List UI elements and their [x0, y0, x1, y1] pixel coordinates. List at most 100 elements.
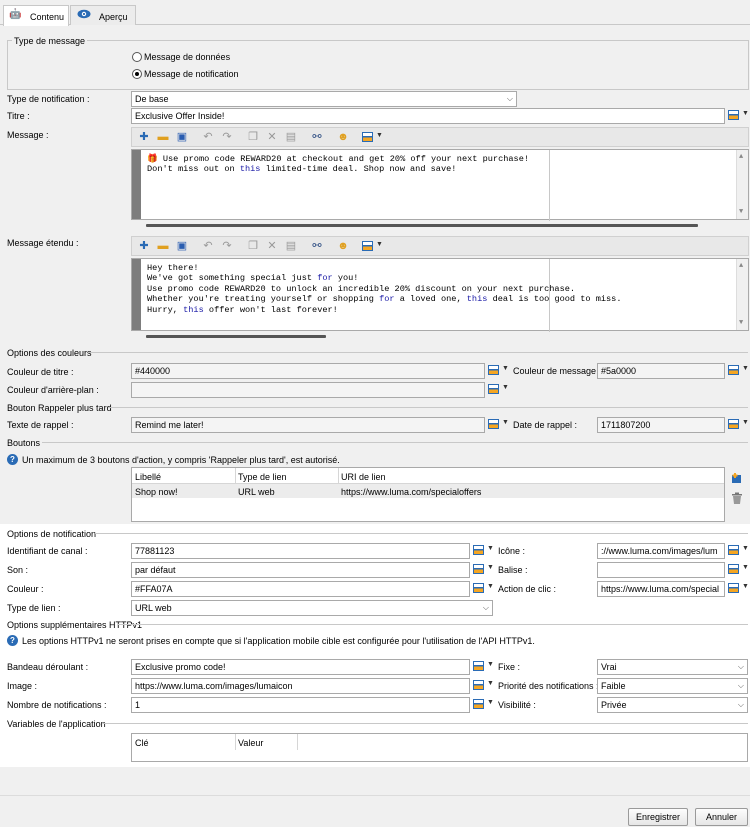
android-icon: 🤖: [9, 9, 22, 20]
save-icon[interactable]: ▣: [175, 239, 189, 253]
background-color-input[interactable]: [131, 382, 485, 398]
extended-message-editor[interactable]: Hey there! We've got something special j…: [131, 258, 749, 338]
sticky-value: Vrai: [601, 662, 617, 672]
message-color-value: #5a0000: [601, 366, 637, 376]
paste-icon[interactable]: ▤: [284, 239, 298, 253]
extended-vertical-scrollbar[interactable]: ▲ ▼: [736, 259, 748, 330]
add-button-icon[interactable]: [731, 472, 743, 484]
sound-label: Son :: [7, 565, 29, 575]
binoculars-icon[interactable]: ⚯: [310, 239, 324, 253]
remind-text-input[interactable]: Remind me later!: [131, 417, 485, 433]
copy-icon[interactable]: ❐: [246, 239, 260, 253]
title-personalization-picker[interactable]: ▼: [728, 109, 750, 123]
remind-text-label: Texte de rappel :: [7, 420, 74, 430]
count-picker[interactable]: ▼: [473, 698, 495, 712]
open-folder-icon[interactable]: ▬: [156, 239, 170, 253]
undo-icon[interactable]: ↶: [201, 130, 215, 144]
copy-icon[interactable]: ❐: [246, 130, 260, 144]
cut-icon[interactable]: ✕: [265, 239, 279, 253]
binoculars-icon[interactable]: ⚯: [310, 130, 324, 144]
sticky-select[interactable]: Vrai ⌵: [597, 659, 748, 675]
click-action-picker[interactable]: ▼: [728, 582, 750, 596]
title-input[interactable]: Exclusive Offer Inside!: [131, 108, 725, 124]
smiley-icon[interactable]: ☻: [336, 239, 350, 253]
dropdown-arrow-icon: ▼: [487, 661, 494, 668]
background-color-picker[interactable]: ▼: [488, 383, 510, 397]
sound-picker[interactable]: ▼: [473, 563, 495, 577]
visibility-label: Visibilité :: [498, 700, 536, 710]
color-input[interactable]: #FFA07A: [131, 581, 470, 597]
icon-input[interactable]: ://www.luma.com/images/lum: [597, 543, 725, 559]
message-vertical-scrollbar[interactable]: ▲ ▼: [736, 150, 748, 219]
image-input[interactable]: https://www.luma.com/images/lumaicon: [131, 678, 470, 694]
undo-icon[interactable]: ↶: [201, 239, 215, 253]
dropdown-arrow-icon: ▼: [502, 419, 509, 426]
title-color-input[interactable]: #440000: [131, 363, 485, 379]
title-color-picker[interactable]: ▼: [488, 364, 510, 378]
color-label: Couleur :: [7, 584, 44, 594]
image-picker[interactable]: ▼: [473, 679, 495, 693]
table-row[interactable]: Shop now! URL web https://www.luma.com/s…: [132, 484, 724, 498]
notification-type-value: De base: [135, 94, 169, 104]
channel-id-picker[interactable]: ▼: [473, 544, 495, 558]
message-color-input[interactable]: #5a0000: [597, 363, 725, 379]
buttons-group-title: Boutons: [7, 438, 41, 448]
dropdown-arrow-icon: ▼: [376, 132, 383, 139]
buttons-info-text: Un maximum de 3 boutons d'action, y comp…: [22, 455, 340, 465]
column-divider: [338, 468, 339, 484]
tab-content[interactable]: 🤖 Contenu: [3, 5, 69, 26]
tag-label: Balise :: [498, 565, 528, 575]
tag-input[interactable]: [597, 562, 725, 578]
code-keyword: this: [183, 304, 204, 315]
ticker-input[interactable]: Exclusive promo code!: [131, 659, 470, 675]
redo-icon[interactable]: ↷: [220, 239, 234, 253]
color-picker[interactable]: ▼: [473, 582, 495, 596]
remind-date-input[interactable]: 1711807200: [597, 417, 725, 433]
open-folder-icon[interactable]: ▬: [156, 130, 170, 144]
dropdown-arrow-icon: ▼: [487, 583, 494, 590]
message-type-title: Type de message: [12, 36, 88, 46]
app-variables-table[interactable]: Clé Valeur: [131, 733, 748, 762]
app-variables-separator: [103, 723, 748, 724]
save-icon[interactable]: ▣: [175, 130, 189, 144]
sound-input[interactable]: par défaut: [131, 562, 470, 578]
remind-text-picker[interactable]: ▼: [488, 418, 510, 432]
extended-horizontal-scrollbar[interactable]: [146, 335, 326, 338]
colors-separator: [88, 352, 748, 353]
click-action-input[interactable]: https://www.luma.com/special: [597, 581, 725, 597]
save-button[interactable]: Enregistrer: [628, 808, 688, 826]
cancel-button[interactable]: Annuler: [695, 808, 748, 826]
channel-id-value: 77881123: [135, 546, 175, 556]
message-horizontal-scrollbar[interactable]: [146, 224, 698, 227]
buttons-table-header: [132, 468, 724, 484]
remind-date-picker[interactable]: ▼: [728, 418, 750, 432]
count-input[interactable]: 1: [131, 697, 470, 713]
scroll-up-icon: ▲: [739, 262, 744, 270]
notification-type-select[interactable]: De base ⌵: [131, 91, 517, 107]
tag-picker[interactable]: ▼: [728, 563, 750, 577]
visibility-select[interactable]: Privée ⌵: [597, 697, 748, 713]
tab-preview[interactable]: Aperçu: [70, 5, 136, 25]
insert-icon[interactable]: ✚: [137, 239, 151, 253]
image-value: https://www.luma.com/images/lumaicon: [135, 681, 293, 691]
radio-notification-message[interactable]: [132, 69, 142, 79]
redo-icon[interactable]: ↷: [220, 130, 234, 144]
channel-id-input[interactable]: 77881123: [131, 543, 470, 559]
extended-message-personalization-picker[interactable]: ▼: [362, 240, 384, 254]
paste-icon[interactable]: ▤: [284, 130, 298, 144]
cut-icon[interactable]: ✕: [265, 130, 279, 144]
message-personalization-picker[interactable]: ▼: [362, 131, 384, 145]
message-editor[interactable]: 🎁 Use promo code REWARD20 at checkout an…: [131, 149, 749, 227]
delete-button-icon[interactable]: [731, 492, 743, 505]
ticker-picker[interactable]: ▼: [473, 660, 495, 674]
dropdown-arrow-icon: ▼: [487, 680, 494, 687]
priority-select[interactable]: Faible ⌵: [597, 678, 748, 694]
radio-data-message[interactable]: [132, 52, 142, 62]
remind-date-label: Date de rappel :: [513, 420, 578, 430]
link-type-select[interactable]: URL web ⌵: [131, 600, 493, 616]
smiley-icon[interactable]: ☻: [336, 130, 350, 144]
message-color-picker[interactable]: ▼: [728, 364, 750, 378]
code-keyword: for: [317, 273, 333, 284]
icon-picker[interactable]: ▼: [728, 544, 750, 558]
insert-icon[interactable]: ✚: [137, 130, 151, 144]
